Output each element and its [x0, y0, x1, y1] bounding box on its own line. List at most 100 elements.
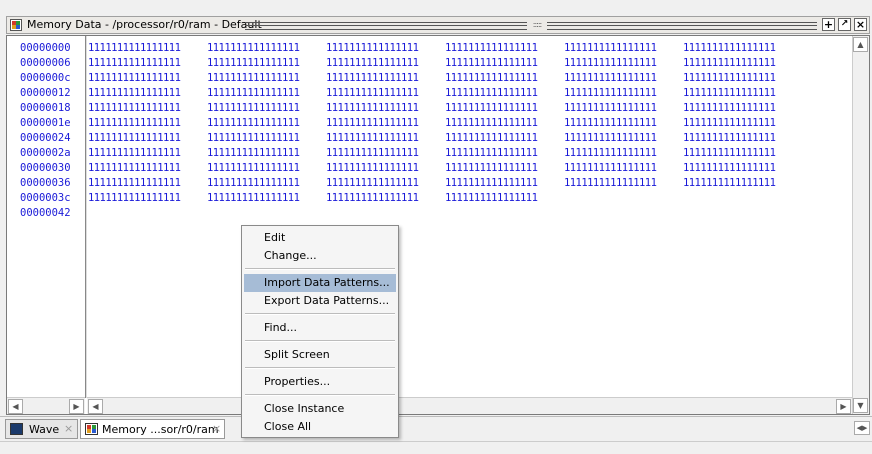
- memory-cell[interactable]: 1111111111111111: [326, 117, 438, 129]
- address-label: 00000036: [20, 177, 71, 189]
- memory-cell[interactable]: 1111111111111111: [683, 132, 795, 144]
- menu-item-properties[interactable]: Properties...: [244, 373, 396, 391]
- menu-separator: [245, 394, 395, 396]
- menu-separator: [245, 340, 395, 342]
- memory-cell[interactable]: 1111111111111111: [207, 132, 319, 144]
- close-window-button[interactable]: ×: [854, 18, 867, 31]
- memory-cell[interactable]: 1111111111111111: [564, 177, 676, 189]
- memory-cell[interactable]: 1111111111111111: [207, 102, 319, 114]
- memory-cell[interactable]: 1111111111111111: [683, 57, 795, 69]
- memory-icon: [85, 423, 98, 435]
- memory-cell[interactable]: 1111111111111111: [564, 57, 676, 69]
- memory-cell[interactable]: 1111111111111111: [326, 102, 438, 114]
- menu-item-split-screen[interactable]: Split Screen: [244, 346, 396, 364]
- memory-cell[interactable]: 1111111111111111: [326, 147, 438, 159]
- vertical-scrollbar[interactable]: ▲ ▼: [852, 36, 869, 414]
- address-label: 0000000c: [20, 72, 71, 84]
- window-title-bar[interactable]: Memory Data - /processor/r0/ram - Defaul…: [6, 16, 870, 34]
- memory-cell[interactable]: 1111111111111111: [683, 42, 795, 54]
- memory-cell[interactable]: 1111111111111111: [564, 102, 676, 114]
- memory-cell[interactable]: 1111111111111111: [207, 147, 319, 159]
- memory-cell[interactable]: 1111111111111111: [88, 117, 200, 129]
- memory-cell[interactable]: 1111111111111111: [564, 147, 676, 159]
- memory-cell[interactable]: 1111111111111111: [88, 177, 200, 189]
- address-label: 00000012: [20, 87, 71, 99]
- memory-cell[interactable]: 1111111111111111: [207, 42, 319, 54]
- menu-item-close-all[interactable]: Close All: [244, 418, 396, 436]
- memory-cell[interactable]: 1111111111111111: [207, 57, 319, 69]
- memory-cell[interactable]: 1111111111111111: [88, 72, 200, 84]
- memory-cell[interactable]: 1111111111111111: [445, 192, 557, 204]
- memory-cell[interactable]: 1111111111111111: [88, 102, 200, 114]
- memory-cell[interactable]: 1111111111111111: [326, 42, 438, 54]
- memory-cell[interactable]: 1111111111111111: [207, 162, 319, 174]
- memory-cell[interactable]: 1111111111111111: [88, 42, 200, 54]
- scroll-down-button[interactable]: ▼: [853, 398, 868, 413]
- memory-cell[interactable]: 1111111111111111: [445, 177, 557, 189]
- memory-cell[interactable]: 1111111111111111: [88, 192, 200, 204]
- memory-cell[interactable]: 1111111111111111: [326, 87, 438, 99]
- memory-cell[interactable]: 1111111111111111: [564, 72, 676, 84]
- memory-cell[interactable]: 1111111111111111: [564, 132, 676, 144]
- memory-cell[interactable]: 1111111111111111: [683, 102, 795, 114]
- memory-cell[interactable]: 1111111111111111: [683, 72, 795, 84]
- tab-memory-close-icon[interactable]: ×: [212, 422, 221, 435]
- memory-cell[interactable]: 1111111111111111: [88, 87, 200, 99]
- memory-cell[interactable]: 1111111111111111: [326, 132, 438, 144]
- memory-cell[interactable]: 1111111111111111: [88, 57, 200, 69]
- memory-panel: 00000000 00000006 0000000c 00000012 00000018…: [6, 35, 870, 415]
- memory-cell[interactable]: 1111111111111111: [326, 192, 438, 204]
- memory-cell[interactable]: 1111111111111111: [445, 132, 557, 144]
- memory-cell[interactable]: 1111111111111111: [564, 117, 676, 129]
- memory-cell[interactable]: 1111111111111111: [207, 72, 319, 84]
- memory-cell[interactable]: 1111111111111111: [683, 117, 795, 129]
- memory-cell[interactable]: 1111111111111111: [88, 147, 200, 159]
- menu-item-close-instance[interactable]: Close Instance: [244, 400, 396, 418]
- memory-cell[interactable]: 1111111111111111: [445, 102, 557, 114]
- address-horizontal-scrollbar[interactable]: ◀ ▶: [7, 397, 85, 414]
- memory-cell[interactable]: 1111111111111111: [683, 177, 795, 189]
- data-horizontal-scrollbar[interactable]: ◀ ▶: [87, 397, 852, 414]
- memory-cell[interactable]: 1111111111111111: [683, 147, 795, 159]
- memory-cell[interactable]: 1111111111111111: [683, 87, 795, 99]
- undock-button[interactable]: ↗: [838, 18, 851, 31]
- memory-cell[interactable]: 1111111111111111: [445, 42, 557, 54]
- zoom-button[interactable]: +: [822, 18, 835, 31]
- address-scroll-left-button[interactable]: ◀: [8, 399, 23, 414]
- memory-cell[interactable]: 1111111111111111: [445, 72, 557, 84]
- menu-item-edit[interactable]: Edit: [244, 229, 396, 247]
- address-divider[interactable]: [85, 36, 87, 398]
- memory-cell[interactable]: 1111111111111111: [445, 57, 557, 69]
- memory-cell[interactable]: 1111111111111111: [326, 72, 438, 84]
- memory-cell[interactable]: 1111111111111111: [88, 162, 200, 174]
- memory-cell[interactable]: 1111111111111111: [326, 57, 438, 69]
- memory-cell[interactable]: 1111111111111111: [445, 162, 557, 174]
- menu-item-import-data-patterns[interactable]: Import Data Patterns...: [244, 274, 396, 292]
- address-scroll-right-button[interactable]: ▶: [69, 399, 84, 414]
- title-grip-handle-icon[interactable]: :::::: [527, 20, 547, 30]
- tab-wave[interactable]: Wave ×: [5, 419, 78, 439]
- memory-cell[interactable]: 1111111111111111: [564, 87, 676, 99]
- tab-scroll-arrows-icon[interactable]: ◀▶: [854, 421, 870, 435]
- menu-item-find[interactable]: Find...: [244, 319, 396, 337]
- memory-cell[interactable]: 1111111111111111: [445, 87, 557, 99]
- menu-item-export-data-patterns[interactable]: Export Data Patterns...: [244, 292, 396, 310]
- memory-cell[interactable]: 1111111111111111: [564, 42, 676, 54]
- menu-item-change[interactable]: Change...: [244, 247, 396, 265]
- memory-cell[interactable]: 1111111111111111: [564, 162, 676, 174]
- memory-cell[interactable]: 1111111111111111: [207, 192, 319, 204]
- memory-cell[interactable]: 1111111111111111: [207, 87, 319, 99]
- memory-cell[interactable]: 1111111111111111: [683, 162, 795, 174]
- data-scroll-right-button[interactable]: ▶: [836, 399, 851, 414]
- data-scroll-left-button[interactable]: ◀: [88, 399, 103, 414]
- memory-cell[interactable]: 1111111111111111: [326, 162, 438, 174]
- tab-memory[interactable]: Memory ...sor/r0/ram ×: [80, 419, 225, 439]
- scroll-up-button[interactable]: ▲: [853, 37, 868, 52]
- memory-cell[interactable]: 1111111111111111: [88, 132, 200, 144]
- memory-cell[interactable]: 1111111111111111: [445, 147, 557, 159]
- memory-cell[interactable]: 1111111111111111: [445, 117, 557, 129]
- memory-cell[interactable]: 1111111111111111: [207, 117, 319, 129]
- tab-wave-close-icon[interactable]: ×: [64, 422, 73, 435]
- memory-cell[interactable]: 1111111111111111: [326, 177, 438, 189]
- memory-cell[interactable]: 1111111111111111: [207, 177, 319, 189]
